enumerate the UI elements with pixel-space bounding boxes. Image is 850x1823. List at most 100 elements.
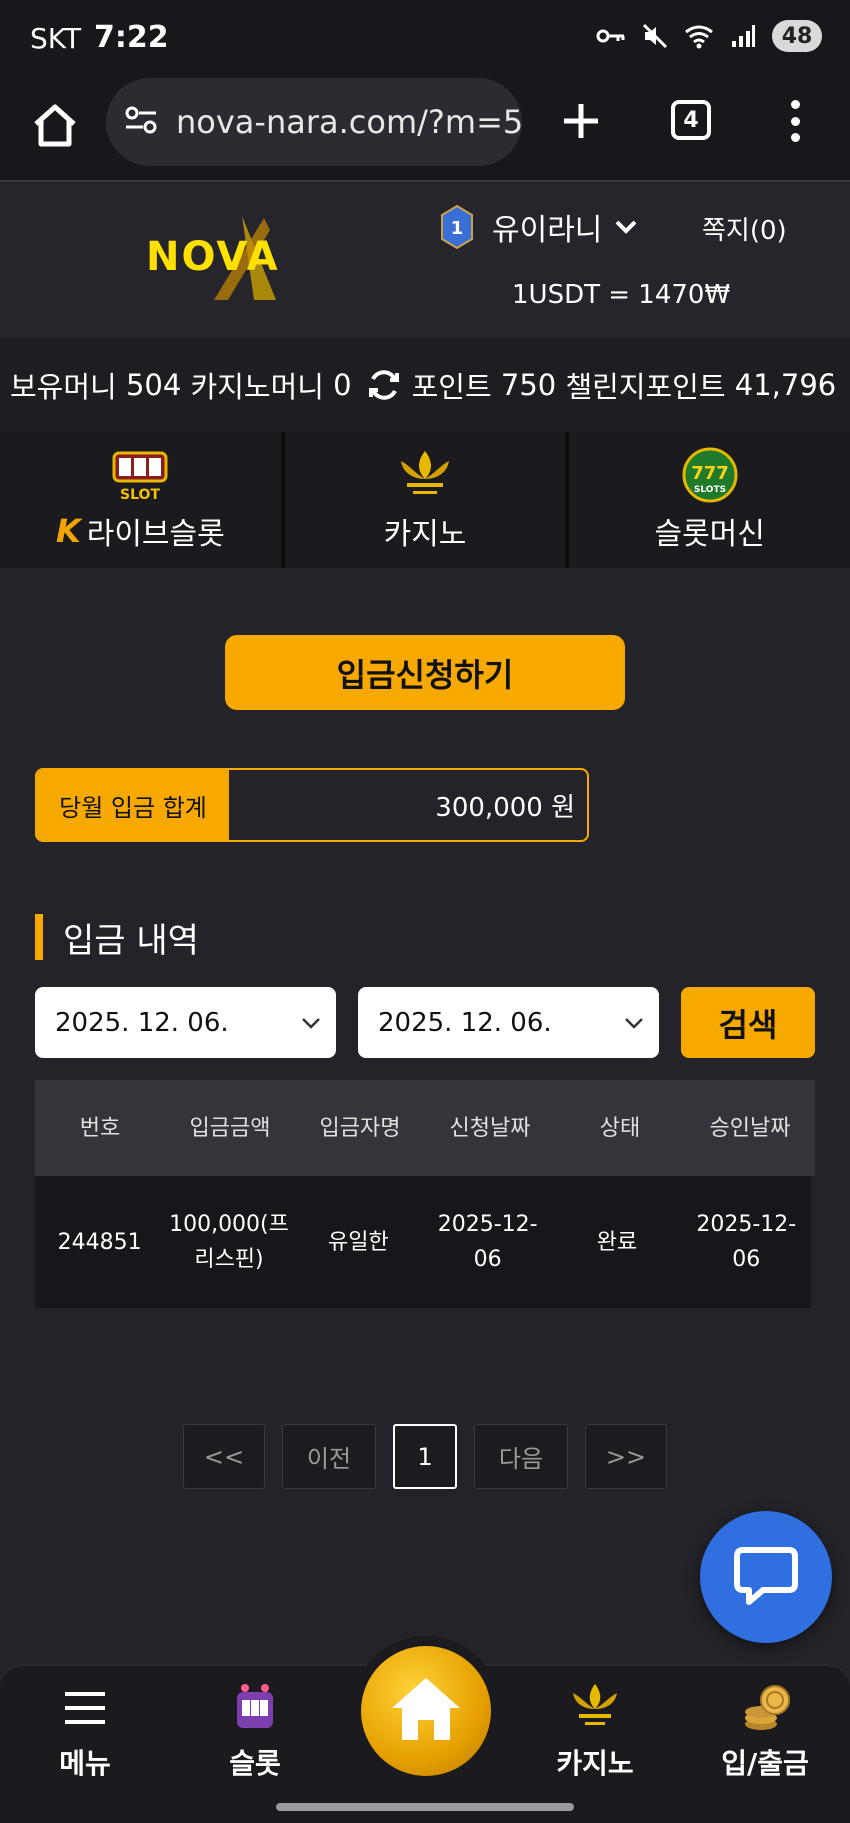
page-next-button[interactable]: 다음 xyxy=(474,1424,568,1489)
k-slot-icon xyxy=(393,447,457,503)
date-to-select[interactable]: 2025. 12. 06. xyxy=(358,987,659,1058)
coins-icon xyxy=(737,1680,793,1736)
level-badge-icon: 1 xyxy=(440,204,474,250)
exchange-rate: 1USDT = 1470₩ xyxy=(512,280,731,310)
date-to-value: 2025. 12. 06. xyxy=(378,1007,552,1038)
nav-deposit-withdraw-label: 입/출금 xyxy=(721,1747,809,1780)
column-header: 신청날짜 xyxy=(449,1115,531,1141)
nav-slot-label: 슬롯 xyxy=(229,1747,281,1780)
table-cell-depositor: 유일한 xyxy=(327,1229,389,1255)
point-value: 750 xyxy=(500,368,557,402)
nav-slot[interactable]: 슬롯 xyxy=(185,1680,325,1782)
chat-bubble-icon xyxy=(733,1544,799,1610)
monthly-total-value: 300,000 원 xyxy=(435,792,575,823)
chevron-down-icon xyxy=(623,1011,645,1033)
nav-deposit-withdraw[interactable]: 입/출금 xyxy=(695,1680,835,1782)
search-button[interactable]: 검색 xyxy=(681,987,815,1058)
nova-logo[interactable]: NOVA xyxy=(144,212,324,304)
more-menu-button[interactable] xyxy=(780,96,810,146)
monthly-deposit-total: 당월 입금 합계 300,000 원 xyxy=(35,768,589,842)
nav-casino[interactable]: 카지노 xyxy=(525,1680,665,1782)
date-from-select[interactable]: 2025. 12. 06. xyxy=(35,987,336,1058)
chat-button[interactable] xyxy=(700,1511,832,1643)
table-row: 244851 100,000(프리스핀) 유일한 2025-12-06 완료 2… xyxy=(35,1176,811,1308)
battery-indicator: 48 xyxy=(772,20,822,52)
balance-bar: 보유머니 504 카지노머니 0 포인트 750 챌린지포인트 41,796 xyxy=(0,338,850,432)
page-first-button[interactable]: << xyxy=(183,1424,265,1489)
username: 유이라니 xyxy=(492,213,603,248)
wallet-label: 보유머니 xyxy=(10,370,117,404)
table-cell-request-date: 2025-12-06 xyxy=(437,1212,538,1272)
refresh-icon[interactable] xyxy=(366,367,402,403)
status-icons: 48 xyxy=(596,20,822,52)
svg-text:NOVA: NOVA xyxy=(146,234,280,280)
browser-home-button[interactable] xyxy=(28,98,82,152)
column-header: 번호 xyxy=(79,1115,121,1141)
page-current[interactable]: 1 xyxy=(393,1424,457,1489)
tab-casino[interactable]: 카지노 xyxy=(284,432,570,568)
wifi-icon xyxy=(684,21,714,51)
tab-slot-machine[interactable]: 777 SLOTS 슬롯머신 xyxy=(569,432,850,568)
deposit-request-button[interactable]: 입금신청하기 xyxy=(225,635,625,710)
casino-money-label: 카지노머니 xyxy=(190,370,324,404)
messages-link[interactable]: 쪽지(0) xyxy=(702,210,787,247)
live-slot-icon: SLOT xyxy=(108,447,172,503)
clock: 7:22 xyxy=(94,20,169,55)
casino-money-value: 0 xyxy=(333,368,352,402)
home-icon xyxy=(388,1674,464,1748)
deposit-history-table: 번호 입금금액 입금자명 신청날짜 상태 승인날짜 244851 100,000… xyxy=(35,1080,815,1308)
nav-casino-label: 카지노 xyxy=(556,1747,634,1780)
gesture-bar xyxy=(276,1803,574,1811)
status-bar: SKT 7:22 48 xyxy=(0,0,850,76)
user-menu[interactable]: 1 유이라니 xyxy=(440,204,640,250)
challenge-point-label: 챌린지포인트 xyxy=(565,370,726,404)
tab-live-slot[interactable]: SLOT K 라이브슬롯 xyxy=(0,432,285,568)
nav-menu[interactable]: 메뉴 xyxy=(15,1680,155,1782)
column-header: 입금자명 xyxy=(319,1115,401,1141)
nav-menu-label: 메뉴 xyxy=(59,1747,111,1780)
section-title: 입금 내역 xyxy=(35,914,199,961)
wallet-value: 504 xyxy=(125,368,182,402)
date-from-value: 2025. 12. 06. xyxy=(55,1007,229,1038)
svg-text:SLOTS: SLOTS xyxy=(694,485,726,495)
table-cell-approval-date: 2025-12-06 xyxy=(696,1212,797,1272)
tab-slot-machine-label: 슬롯머신 xyxy=(654,517,765,552)
monthly-total-label: 당월 입금 합계 xyxy=(37,770,229,840)
url-text: nova-nara.com/?m=5 xyxy=(176,103,522,141)
browser-toolbar: nova-nara.com/?m=5 4 xyxy=(0,76,850,182)
slot-machine-icon xyxy=(227,1680,283,1736)
category-tabs: SLOT K 라이브슬롯 카지노 777 SLOTS 슬롯머신 xyxy=(0,432,850,568)
k-slot-icon xyxy=(567,1680,623,1736)
svg-text:777: 777 xyxy=(691,463,729,484)
table-cell-number: 244851 xyxy=(57,1229,142,1255)
table-header: 번호 입금금액 입금자명 신청날짜 상태 승인날짜 xyxy=(35,1080,815,1176)
table-cell-status: 완료 xyxy=(596,1229,638,1255)
column-header: 상태 xyxy=(599,1115,641,1141)
page-prev-button[interactable]: 이전 xyxy=(282,1424,376,1489)
hamburger-menu-icon xyxy=(57,1680,113,1736)
tab-casino-label: 카지노 xyxy=(383,517,467,552)
chevron-down-icon xyxy=(612,213,640,241)
nav-home[interactable] xyxy=(351,1636,501,1786)
column-header: 승인날짜 xyxy=(709,1115,791,1141)
site-settings-icon[interactable] xyxy=(124,105,158,139)
777-slots-icon: 777 SLOTS xyxy=(678,447,742,503)
carrier-label: SKT xyxy=(30,22,82,55)
svg-text:SLOT: SLOT xyxy=(120,487,160,503)
signal-icon xyxy=(728,21,758,51)
new-tab-button[interactable] xyxy=(556,96,606,146)
table-cell-amount: 100,000(프리스핀) xyxy=(169,1212,289,1272)
chevron-down-icon xyxy=(300,1011,322,1033)
key-icon xyxy=(596,21,626,51)
point-label: 포인트 xyxy=(411,370,492,404)
site-header: NOVA 1 유이라니 쪽지(0) 1USDT = 1470₩ xyxy=(0,184,850,338)
page-last-button[interactable]: >> xyxy=(585,1424,667,1489)
address-bar[interactable]: nova-nara.com/?m=5 xyxy=(106,78,522,166)
tab-live-slot-label: 라이브슬롯 xyxy=(86,517,225,552)
tab-switcher-button[interactable]: 4 xyxy=(671,100,711,140)
challenge-point-value: 41,796 xyxy=(734,368,837,402)
mute-icon xyxy=(640,21,670,51)
k-logo-icon: K xyxy=(55,512,81,550)
column-header: 입금금액 xyxy=(189,1115,271,1141)
svg-text:1: 1 xyxy=(451,218,464,239)
